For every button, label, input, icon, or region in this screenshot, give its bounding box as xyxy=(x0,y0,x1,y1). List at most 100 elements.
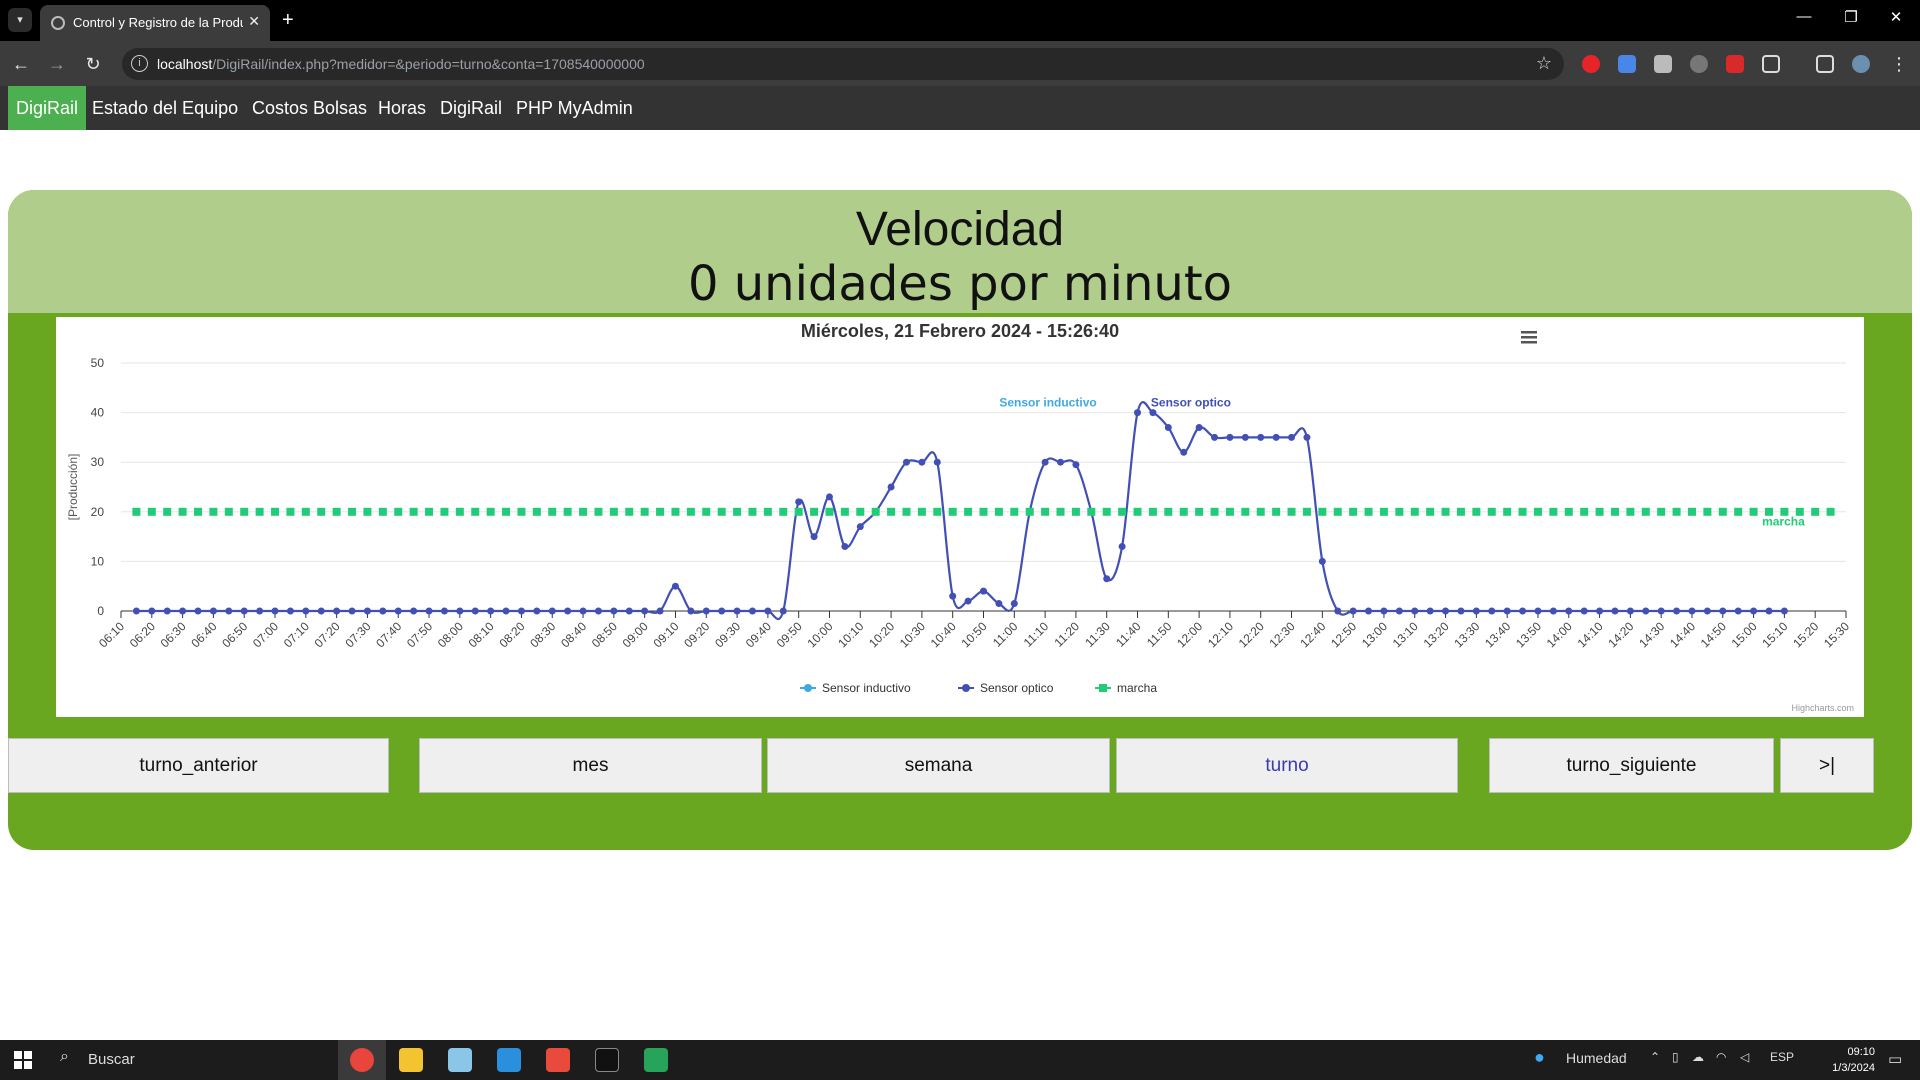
extension-icon[interactable] xyxy=(1726,55,1744,73)
git-icon[interactable] xyxy=(546,1048,570,1072)
x-tick-label: 08:10 xyxy=(466,619,497,650)
reload-icon[interactable]: ↻ xyxy=(80,51,106,77)
turno-anterior-button[interactable]: turno_anterior xyxy=(8,738,389,793)
chrome-icon[interactable] xyxy=(350,1048,374,1072)
marcha-point xyxy=(1641,507,1650,516)
data-point xyxy=(1164,423,1172,431)
restore-icon[interactable]: ❐ xyxy=(1831,8,1871,26)
extension-icon[interactable] xyxy=(1690,55,1708,73)
extension-icon[interactable] xyxy=(1618,55,1636,73)
profile-icon[interactable] xyxy=(1852,55,1870,73)
drive-icon[interactable] xyxy=(644,1048,668,1072)
url-text[interactable]: localhost/DigiRail/index.php?medidor=&pe… xyxy=(157,56,645,72)
data-point xyxy=(1442,607,1450,615)
x-tick-label: 06:20 xyxy=(127,619,158,650)
extensions-icon[interactable] xyxy=(1762,55,1780,73)
data-point xyxy=(841,543,849,551)
star-icon[interactable]: ☆ xyxy=(1536,53,1552,74)
legend-marker xyxy=(1099,684,1107,692)
data-point xyxy=(548,607,556,615)
extension-icon[interactable] xyxy=(1654,55,1672,73)
turno-button[interactable]: turno xyxy=(1116,738,1458,793)
tab-list-icon[interactable]: ▾ xyxy=(8,8,32,32)
windows-start-icon[interactable] xyxy=(14,1051,32,1069)
data-point xyxy=(1072,461,1080,469)
site-navbar: DigiRail Estado del Equipo Costos Bolsas… xyxy=(0,86,1920,130)
marcha-point xyxy=(409,507,418,516)
data-point xyxy=(1395,607,1403,615)
data-point xyxy=(625,607,633,615)
marcha-point xyxy=(1395,507,1404,516)
x-tick-label: 12:20 xyxy=(1236,619,1267,650)
marcha-point xyxy=(964,507,973,516)
marcha-point xyxy=(902,507,911,516)
vscode-icon[interactable] xyxy=(497,1048,521,1072)
data-point xyxy=(1365,607,1373,615)
panel-title: Velocidad xyxy=(855,203,1065,256)
taskbar-search[interactable]: ⌕ Buscar xyxy=(48,1040,338,1080)
x-tick-label: 07:20 xyxy=(312,619,343,650)
marcha-point xyxy=(132,507,141,516)
data-point xyxy=(302,607,310,615)
back-icon[interactable]: ← xyxy=(8,51,34,77)
file-explorer-icon[interactable] xyxy=(399,1048,423,1072)
site-info-icon[interactable]: i xyxy=(131,55,148,72)
data-point xyxy=(748,607,756,615)
notepad-icon[interactable] xyxy=(448,1048,472,1072)
last-button[interactable]: >| xyxy=(1780,738,1874,793)
volume-muted-icon[interactable]: ◁ xyxy=(1740,1050,1749,1064)
chevron-up-icon[interactable]: ⌃ xyxy=(1650,1050,1660,1064)
marcha-point xyxy=(1749,507,1758,516)
language-indicator[interactable]: ESP xyxy=(1770,1050,1794,1064)
legend-marker xyxy=(962,684,970,692)
terminal-icon[interactable] xyxy=(595,1048,619,1072)
clock[interactable]: 09:10 1/3/2024 xyxy=(1793,1044,1875,1076)
marcha-point xyxy=(1118,507,1127,516)
y-tick-label: 20 xyxy=(91,505,105,519)
side-panel-icon[interactable] xyxy=(1816,55,1834,73)
mes-button[interactable]: mes xyxy=(419,738,762,793)
minimize-icon[interactable]: — xyxy=(1784,8,1824,25)
data-point xyxy=(256,607,264,615)
wifi-icon[interactable]: ◠ xyxy=(1716,1050,1726,1064)
data-point xyxy=(410,607,418,615)
nav-item-horas[interactable]: Horas xyxy=(370,86,434,130)
address-bar[interactable]: i localhost/DigiRail/index.php?medidor=&… xyxy=(122,48,1564,80)
legend-item[interactable]: Sensor optico xyxy=(958,681,1054,695)
nav-item-phpmyadmin[interactable]: PHP MyAdmin xyxy=(508,86,641,130)
hamburger-menu-icon[interactable] xyxy=(1521,331,1537,344)
highcharts-credits: Highcharts.com xyxy=(1791,703,1854,713)
nav-item-digirail[interactable]: DigiRail xyxy=(8,86,87,130)
nav-item-estado-del-equipo[interactable]: Estado del Equipo xyxy=(84,86,246,130)
data-point xyxy=(1565,607,1573,615)
marcha-point xyxy=(440,507,449,516)
x-tick-label: 11:10 xyxy=(1021,619,1052,650)
notification-icon[interactable]: ▭ xyxy=(1888,1050,1902,1068)
marcha-point xyxy=(486,507,495,516)
forward-icon[interactable]: → xyxy=(44,51,70,77)
x-tick-label: 13:40 xyxy=(1482,619,1513,650)
cloud-icon[interactable]: ☁ xyxy=(1692,1050,1704,1064)
extension-icon[interactable] xyxy=(1582,55,1600,73)
browser-tab-bar: ▾ Control y Registro de la Producción ✕ … xyxy=(0,0,1920,41)
turno-siguiente-button[interactable]: turno_siguiente xyxy=(1489,738,1774,793)
marcha-point xyxy=(933,507,942,516)
menu-icon[interactable]: ⋮ xyxy=(1886,51,1912,77)
browser-tab[interactable]: Control y Registro de la Producción ✕ xyxy=(40,5,270,41)
window-close-icon[interactable]: ✕ xyxy=(1876,8,1916,26)
x-tick-label: 08:40 xyxy=(558,619,589,650)
device-icon[interactable]: ▯ xyxy=(1672,1050,1679,1064)
legend-item[interactable]: Sensor inductivo xyxy=(800,681,911,695)
nav-item-digirail-2[interactable]: DigiRail xyxy=(432,86,510,130)
x-tick-label: 14:40 xyxy=(1667,619,1698,650)
marcha-point xyxy=(209,507,218,516)
semana-button[interactable]: semana xyxy=(767,738,1110,793)
chart-container: Miércoles, 21 Febrero 2024 - 15:26:40 0 10… xyxy=(56,317,1864,717)
plus-icon[interactable]: + xyxy=(282,8,294,32)
data-point xyxy=(1596,607,1604,615)
nav-item-costos-bolsas[interactable]: Costos Bolsas xyxy=(244,86,375,130)
legend-item[interactable]: marcha xyxy=(1095,681,1157,695)
data-point xyxy=(333,607,341,615)
close-icon[interactable]: ✕ xyxy=(248,13,260,30)
weather-text[interactable]: Humedad xyxy=(1566,1050,1627,1066)
